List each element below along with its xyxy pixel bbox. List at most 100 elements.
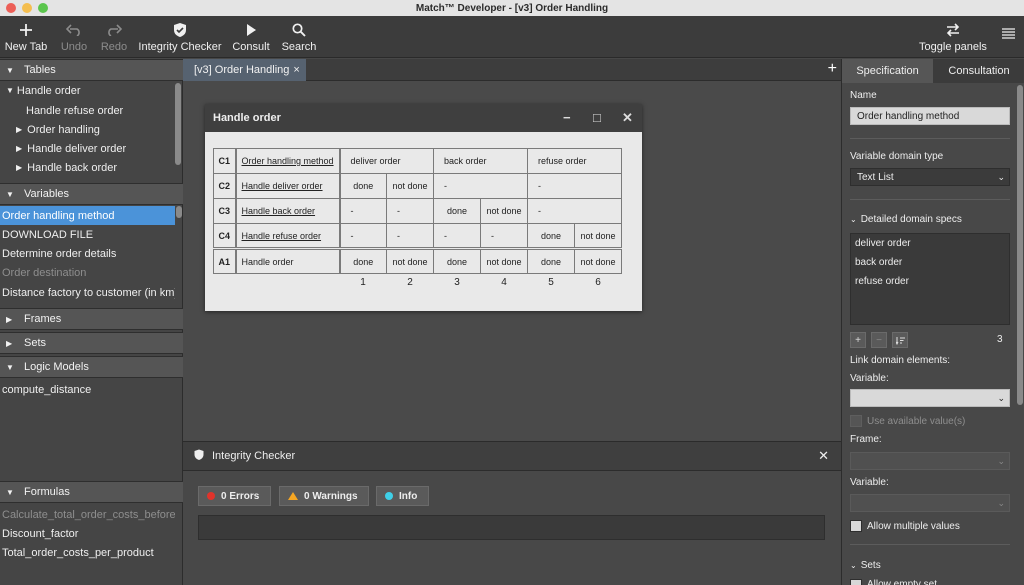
info-filter-button[interactable]: Info (376, 486, 429, 506)
table-item-handle-refuse-order[interactable]: Handle refuse order (0, 101, 175, 120)
tables-scrollbar[interactable] (175, 83, 181, 165)
condition-cell[interactable]: not done (574, 223, 622, 249)
logic-model-item-compute-distance[interactable]: compute_distance (0, 380, 175, 399)
right-panel-scrollbar[interactable] (1017, 85, 1023, 405)
variable-item-determine-order-details[interactable]: Determine order details (0, 244, 175, 263)
action-cell[interactable]: not done (574, 247, 622, 274)
sets-section-header[interactable]: ▶ Sets (0, 332, 183, 354)
frame-variable-select[interactable]: ⌄ (850, 494, 1010, 512)
formula-item-discount-factor[interactable]: Discount_factor (0, 524, 175, 543)
allow-multiple-values-checkbox[interactable] (850, 520, 862, 532)
integrity-checker-button[interactable]: Integrity Checker (138, 16, 222, 58)
condition-name[interactable]: Handle back order (235, 198, 340, 224)
variables-scrollbar[interactable] (176, 206, 182, 218)
sort-icon[interactable] (892, 332, 908, 348)
formula-item-total-order-costs[interactable]: Total_order_costs_per_product (0, 543, 175, 562)
tab-order-handling[interactable]: [v3] Order Handling × (183, 59, 306, 81)
table-item-handle-back-order[interactable]: ▶ Handle back order (0, 158, 175, 177)
list-item[interactable]: refuse order (855, 276, 909, 287)
condition-cell[interactable]: done (433, 198, 481, 224)
name-field[interactable]: Order handling method (850, 107, 1010, 125)
condition-name[interactable]: Handle deliver order (235, 173, 340, 199)
divider (850, 544, 1010, 545)
zoom-window-button[interactable] (38, 3, 48, 13)
condition-cell[interactable]: - (338, 223, 387, 249)
variable-item-order-destination[interactable]: Order destination (0, 263, 175, 282)
expand-triangle-icon: ▶ (6, 314, 13, 324)
tab-consultation[interactable]: Consultation (933, 59, 1024, 83)
action-name[interactable]: Handle order (235, 247, 340, 274)
action-cell[interactable]: done (338, 247, 387, 274)
frame-select[interactable]: ⌄ (850, 452, 1010, 470)
condition-cell[interactable]: - (338, 198, 387, 224)
variable-item-order-handling-method[interactable]: Order handling method (0, 206, 175, 225)
formulas-section-header[interactable]: ▼ Formulas (0, 481, 183, 503)
hamburger-menu-icon[interactable] (998, 16, 1018, 58)
add-tab-icon[interactable]: + (828, 60, 837, 78)
action-cell[interactable]: not done (480, 247, 528, 274)
consult-button[interactable]: Consult (231, 16, 271, 58)
condition-cell[interactable]: - (527, 173, 622, 199)
condition-cell[interactable]: - (433, 173, 528, 199)
errors-filter-button[interactable]: 0 Errors (198, 486, 271, 506)
use-available-values-checkbox[interactable] (850, 415, 862, 427)
action-cell[interactable]: done (527, 247, 575, 274)
allow-empty-set-checkbox[interactable] (850, 579, 862, 585)
action-cell[interactable]: done (433, 247, 481, 274)
tables-section-header[interactable]: ▼ Tables (0, 59, 183, 81)
maximize-icon[interactable]: □ (593, 110, 601, 125)
frame-variable-label: Variable: (850, 477, 889, 488)
close-icon[interactable]: ✕ (622, 110, 633, 126)
table-item-order-handling[interactable]: ▶ Order handling (0, 120, 175, 139)
condition-cell[interactable]: - (386, 223, 434, 249)
formula-item-calculate-total[interactable]: Calculate_total_order_costs_before... (0, 505, 175, 524)
center-workspace: [v3] Order Handling × + Handle order − □… (183, 59, 841, 585)
close-window-button[interactable] (6, 3, 16, 13)
close-icon[interactable]: ✕ (818, 448, 829, 464)
add-item-button[interactable]: + (850, 332, 866, 348)
condition-cell[interactable]: not done (386, 173, 434, 199)
table-item-handle-order[interactable]: ▼ Handle order (0, 81, 175, 100)
condition-cell[interactable]: deliver order (338, 148, 434, 174)
condition-cell[interactable]: - (386, 198, 434, 224)
list-item[interactable]: back order (855, 257, 902, 268)
variable-item-distance[interactable]: Distance factory to customer (in km) (0, 283, 175, 302)
condition-id: C1 (213, 148, 237, 174)
play-icon (245, 21, 257, 39)
undo-label: Undo (60, 41, 88, 53)
frames-section-header[interactable]: ▶ Frames (0, 308, 183, 330)
decision-window-titlebar[interactable]: Handle order − □ ✕ (205, 104, 642, 132)
variable-item-download-file[interactable]: DOWNLOAD FILE (0, 225, 175, 244)
table-item-handle-deliver-order[interactable]: ▶ Handle deliver order (0, 139, 175, 158)
domain-type-select[interactable]: Text List ⌄ (850, 168, 1010, 186)
minimize-window-button[interactable] (22, 3, 32, 13)
action-cell[interactable]: not done (386, 247, 434, 274)
variables-section-header[interactable]: ▼ Variables (0, 183, 183, 205)
variable-select[interactable]: ⌄ (850, 389, 1010, 407)
logic-models-section-header[interactable]: ▼ Logic Models (0, 356, 183, 378)
condition-cell[interactable]: done (338, 173, 387, 199)
condition-cell[interactable]: done (527, 223, 575, 249)
minimize-icon[interactable]: − (563, 110, 571, 125)
close-tab-icon[interactable]: × (293, 64, 299, 76)
list-item[interactable]: deliver order (855, 238, 911, 249)
redo-button[interactable]: Redo (98, 16, 130, 58)
detailed-domain-specs-toggle[interactable]: ⌄ Detailed domain specs (850, 214, 962, 225)
condition-cell[interactable]: not done (480, 198, 528, 224)
condition-cell[interactable]: - (480, 223, 528, 249)
condition-cell[interactable]: - (433, 223, 481, 249)
sets-toggle[interactable]: ⌄ Sets (850, 560, 881, 571)
condition-id: C4 (213, 223, 237, 249)
condition-name[interactable]: Order handling method (235, 148, 340, 174)
toggle-panels-button[interactable]: Toggle panels (917, 16, 989, 58)
warnings-filter-button[interactable]: 0 Warnings (279, 486, 369, 506)
condition-cell[interactable]: - (527, 198, 622, 224)
new-tab-button[interactable]: New Tab (5, 16, 47, 58)
condition-cell[interactable]: back order (433, 148, 528, 174)
tab-specification[interactable]: Specification (842, 59, 933, 83)
condition-cell[interactable]: refuse order (527, 148, 622, 174)
remove-item-button[interactable]: − (871, 332, 887, 348)
search-button[interactable]: Search (281, 16, 317, 58)
undo-button[interactable]: Undo (58, 16, 90, 58)
condition-name[interactable]: Handle refuse order (235, 223, 340, 249)
